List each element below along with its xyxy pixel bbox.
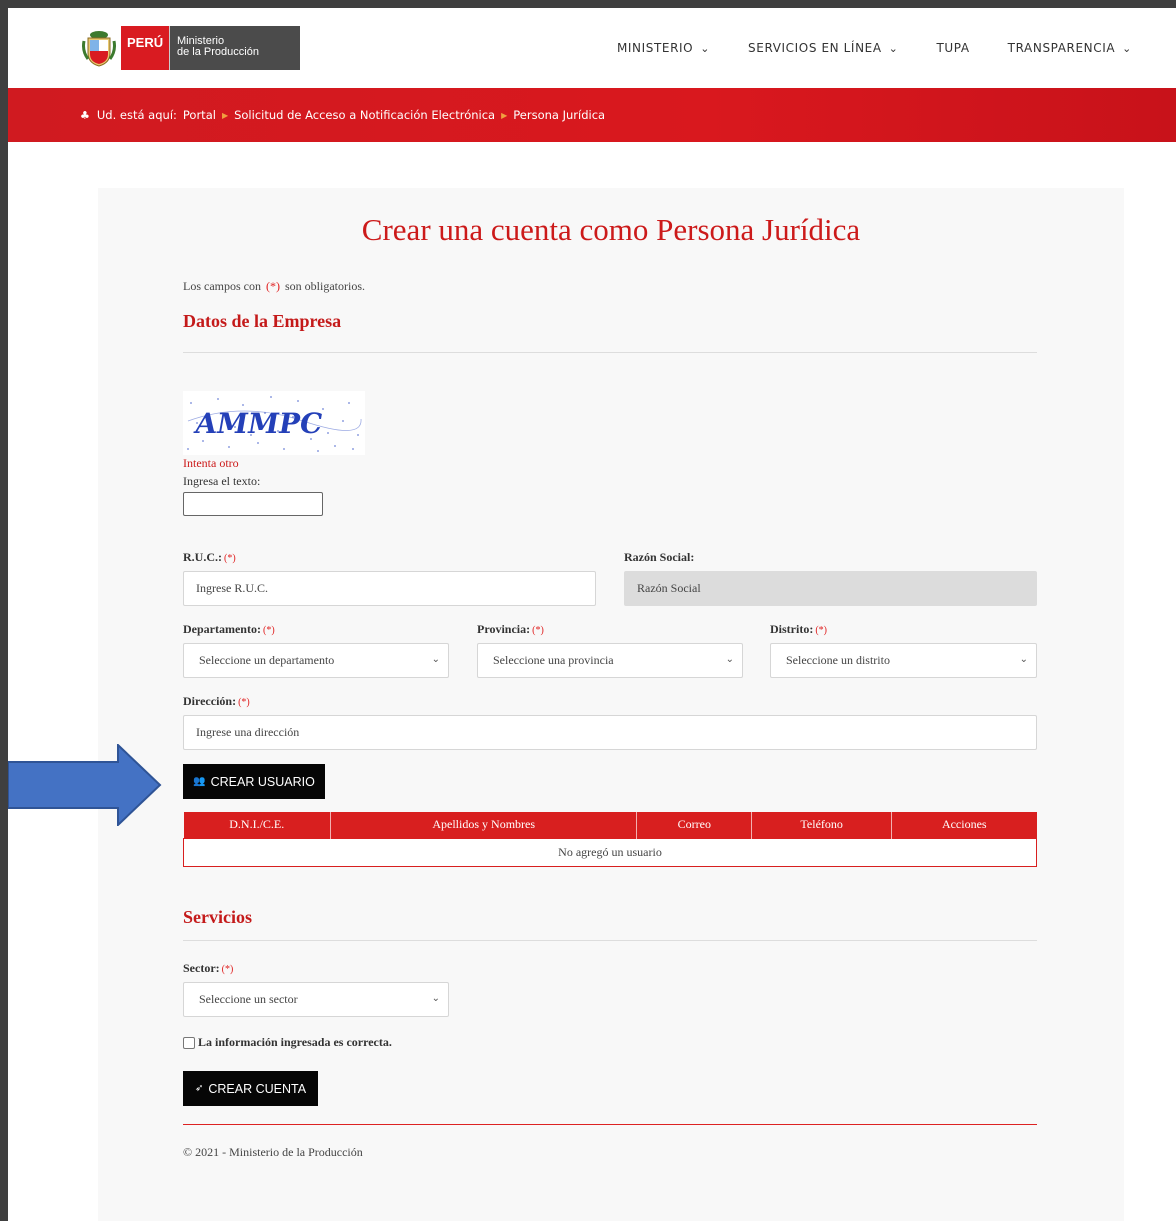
required-mark: (*) (238, 697, 250, 708)
nav-transparencia[interactable]: TRANSPARENCIA ⌄ (1008, 41, 1132, 55)
form-panel: Crear una cuenta como Persona Jurídica L… (98, 188, 1124, 1221)
breadcrumb-separator-icon: ▶ (501, 110, 508, 120)
captcha-retry-link[interactable]: Intenta otro (183, 456, 239, 471)
direccion-label: Dirección: (*) (183, 694, 250, 709)
sector-select[interactable]: Seleccione un sector ⌄ (183, 982, 449, 1017)
brand-country: PERÚ (121, 26, 169, 70)
table-row: No agregó un usuario (183, 837, 1037, 867)
create-account-label: CREAR CUENTA (208, 1081, 307, 1096)
prov-label-text: Provincia: (477, 622, 531, 636)
provincia-value: Seleccione una provincia (493, 653, 614, 667)
site-header: PERÚ Ministerio de la Producción MINISTE… (8, 8, 1176, 88)
dist-label-text: Distrito: (770, 622, 814, 636)
send-icon: ➶ (194, 1083, 204, 1094)
captcha-text: AMMPC (191, 407, 325, 440)
required-note-pre: Los campos con (183, 279, 261, 293)
captcha-input[interactable] (183, 492, 323, 516)
nav-label: MINISTERIO (616, 41, 694, 55)
column-header: Acciones (891, 812, 1037, 838)
breadcrumb-prefix: Ud. está aquí: (96, 108, 177, 122)
razon-social-input: Razón Social (624, 571, 1037, 606)
ruc-input[interactable]: Ingrese R.U.C. (183, 571, 596, 606)
breadcrumb-solicitud[interactable]: Solicitud de Acceso a Notificación Elect… (234, 108, 495, 122)
required-note: Los campos con (*) son obligatorios. (183, 279, 365, 294)
breadcrumb: ♣ Ud. está aquí: Portal ▶ Solicitud de A… (8, 88, 1176, 142)
dir-label-text: Dirección: (183, 694, 237, 708)
empty-table-message: No agregó un usuario (183, 837, 1037, 867)
chevron-down-icon: ⌄ (431, 993, 440, 1004)
nav-servicios[interactable]: SERVICIOS EN LÍNEA ⌄ (748, 41, 898, 55)
chevron-down-icon: ⌄ (1122, 41, 1132, 55)
provincia-label: Provincia: (*) (477, 622, 544, 637)
users-table: D.N.I./C.E. Apellidos y Nombres Correo T… (183, 812, 1037, 867)
distrito-select[interactable]: Seleccione un distrito ⌄ (770, 643, 1037, 678)
distrito-label: Distrito: (*) (770, 622, 827, 637)
confirm-checkbox[interactable] (183, 1036, 195, 1049)
required-mark: (*) (224, 553, 236, 564)
captcha-image: AMMPC (183, 391, 365, 455)
nav-label: TUPA (936, 41, 970, 55)
ruc-label: R.U.C.: (*) (183, 550, 236, 565)
chevron-down-icon: ⌄ (725, 654, 734, 665)
confirm-row: La información ingresada es correcta. (183, 1035, 392, 1050)
required-note-post: son obligatorios. (284, 279, 365, 293)
required-mark: (*) (265, 279, 280, 293)
ministry-logo[interactable]: PERÚ Ministerio de la Producción (82, 26, 300, 70)
section-company-title: Datos de la Empresa (183, 311, 342, 331)
breadcrumb-portal[interactable]: Portal (183, 108, 216, 122)
brand-line-2: de la Producción (177, 46, 259, 58)
divider (183, 940, 1037, 941)
coat-of-arms-icon (82, 29, 116, 67)
nav-tupa[interactable]: TUPA (936, 41, 969, 55)
required-mark: (*) (221, 964, 234, 975)
sector-label-text: Sector: (183, 961, 220, 975)
confirm-label: La información ingresada es correcta. (198, 1035, 392, 1049)
chevron-down-icon: ⌄ (431, 654, 440, 665)
nav-ministerio[interactable]: MINISTERIO ⌄ (617, 41, 710, 55)
footer-divider (183, 1124, 1037, 1125)
required-mark: (*) (815, 625, 827, 636)
distrito-value: Seleccione un distrito (786, 653, 890, 667)
breadcrumb-current: Persona Jurídica (513, 108, 606, 122)
create-account-button[interactable]: ➶ CREAR CUENTA (183, 1071, 318, 1106)
page: PERÚ Ministerio de la Producción MINISTE… (8, 8, 1176, 1221)
ruc-label-text: R.U.C.: (183, 550, 222, 564)
chevron-down-icon: ⌄ (700, 41, 711, 55)
main-nav: MINISTERIO ⌄ SERVICIOS EN LÍNEA ⌄ TUPA T… (617, 41, 1176, 55)
create-user-button[interactable]: 👥 CREAR USUARIO (183, 764, 325, 799)
column-header: Apellidos y Nombres (330, 812, 638, 838)
captcha-label: Ingresa el texto: (183, 474, 261, 488)
breadcrumb-separator-icon: ▶ (221, 110, 229, 120)
section-services-title: Servicios (183, 907, 252, 927)
required-mark: (*) (532, 625, 544, 636)
nav-label: TRANSPARENCIA (1007, 41, 1116, 55)
provincia-select[interactable]: Seleccione una provincia ⌄ (477, 643, 743, 678)
brand-ministry: Ministerio de la Producción (169, 26, 300, 70)
divider (183, 352, 1037, 353)
dep-label-text: Departamento: (183, 622, 261, 636)
departamento-label: Departamento: (*) (183, 622, 275, 637)
sitemap-icon: ♣ (80, 108, 90, 122)
create-user-label: CREAR USUARIO (210, 774, 315, 789)
sector-value: Seleccione un sector (199, 992, 298, 1006)
chevron-down-icon: ⌄ (888, 41, 899, 55)
departamento-value: Seleccione un departamento (199, 653, 335, 667)
required-mark: (*) (262, 625, 275, 636)
razon-label-text: Razón Social: (624, 550, 695, 564)
departamento-select[interactable]: Seleccione un departamento ⌄ (183, 643, 449, 678)
razon-social-label: Razón Social: (624, 550, 694, 565)
chevron-down-icon: ⌄ (1019, 654, 1028, 665)
annotation-arrow-icon (8, 744, 162, 826)
column-header: Correo (636, 812, 753, 838)
direccion-input[interactable]: Ingrese una dirección (183, 715, 1037, 750)
column-header: Teléfono (751, 812, 893, 838)
add-user-icon: 👥 (193, 776, 206, 787)
sector-label: Sector: (*) (183, 961, 233, 976)
nav-label: SERVICIOS EN LÍNEA (748, 41, 882, 55)
column-header: D.N.I./C.E. (183, 812, 331, 838)
copyright: © 2021 - Ministerio de la Producción (183, 1145, 363, 1159)
page-title: Crear una cuenta como Persona Jurídica (361, 212, 861, 247)
